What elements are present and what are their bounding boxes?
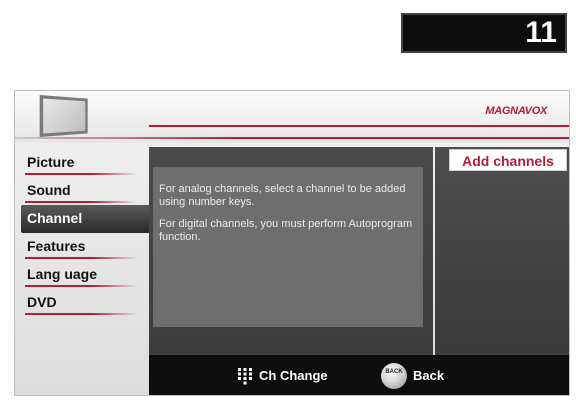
header-divider-lower xyxy=(15,137,569,139)
menu-item-picture[interactable]: Picture xyxy=(15,149,151,177)
submenu-panel xyxy=(435,147,569,359)
menu-item-language[interactable]: Lang uage xyxy=(15,261,151,289)
main-menu: Picture Sound Channel Features Lang uage… xyxy=(15,149,151,317)
back-icon-text: BACK xyxy=(385,368,403,375)
menu-divider xyxy=(25,173,137,175)
menu-item-sound[interactable]: Sound xyxy=(15,177,151,205)
menu-item-channel[interactable]: Channel xyxy=(21,205,151,233)
menu-item-label: Lang uage xyxy=(27,266,98,282)
menu-divider xyxy=(25,313,137,315)
menu-item-features[interactable]: Features xyxy=(15,233,151,261)
menu-divider xyxy=(25,257,137,259)
tv-menu-screen: MAGNAVOX Picture Sound Channel Features … xyxy=(14,90,570,396)
menu-item-label: Features xyxy=(27,238,86,254)
brand-logo: MAGNAVOX xyxy=(485,105,547,117)
menu-item-label: Channel xyxy=(27,210,83,226)
back-label: Back xyxy=(413,368,445,383)
help-message: For analog channels, select a channel to… xyxy=(153,167,423,327)
keypad-icon xyxy=(238,367,252,385)
button-guide-bar: Ch Change BACK Back xyxy=(149,355,569,395)
ch-change-hint: Ch Change xyxy=(237,355,328,395)
menu-item-label: DVD xyxy=(27,294,57,310)
menu-item-label: Picture xyxy=(27,154,75,170)
ch-change-label: Ch Change xyxy=(259,368,328,383)
help-message-analog: For analog channels, select a channel to… xyxy=(159,183,406,208)
menu-item-dvd[interactable]: DVD xyxy=(15,289,151,317)
menu-item-label: Sound xyxy=(27,182,71,198)
help-message-digital: For digital channels, you must perform A… xyxy=(159,218,413,243)
header-divider xyxy=(149,125,569,127)
menu-divider xyxy=(25,285,137,287)
back-button-icon: BACK xyxy=(381,362,407,389)
menu-header: MAGNAVOX xyxy=(15,91,569,143)
menu-divider xyxy=(25,201,137,203)
tv-icon xyxy=(39,94,88,138)
submenu-item-add-channels[interactable]: Add channels xyxy=(449,149,567,171)
back-hint: BACK Back xyxy=(381,355,445,395)
channel-number-display: 11 xyxy=(401,13,567,53)
